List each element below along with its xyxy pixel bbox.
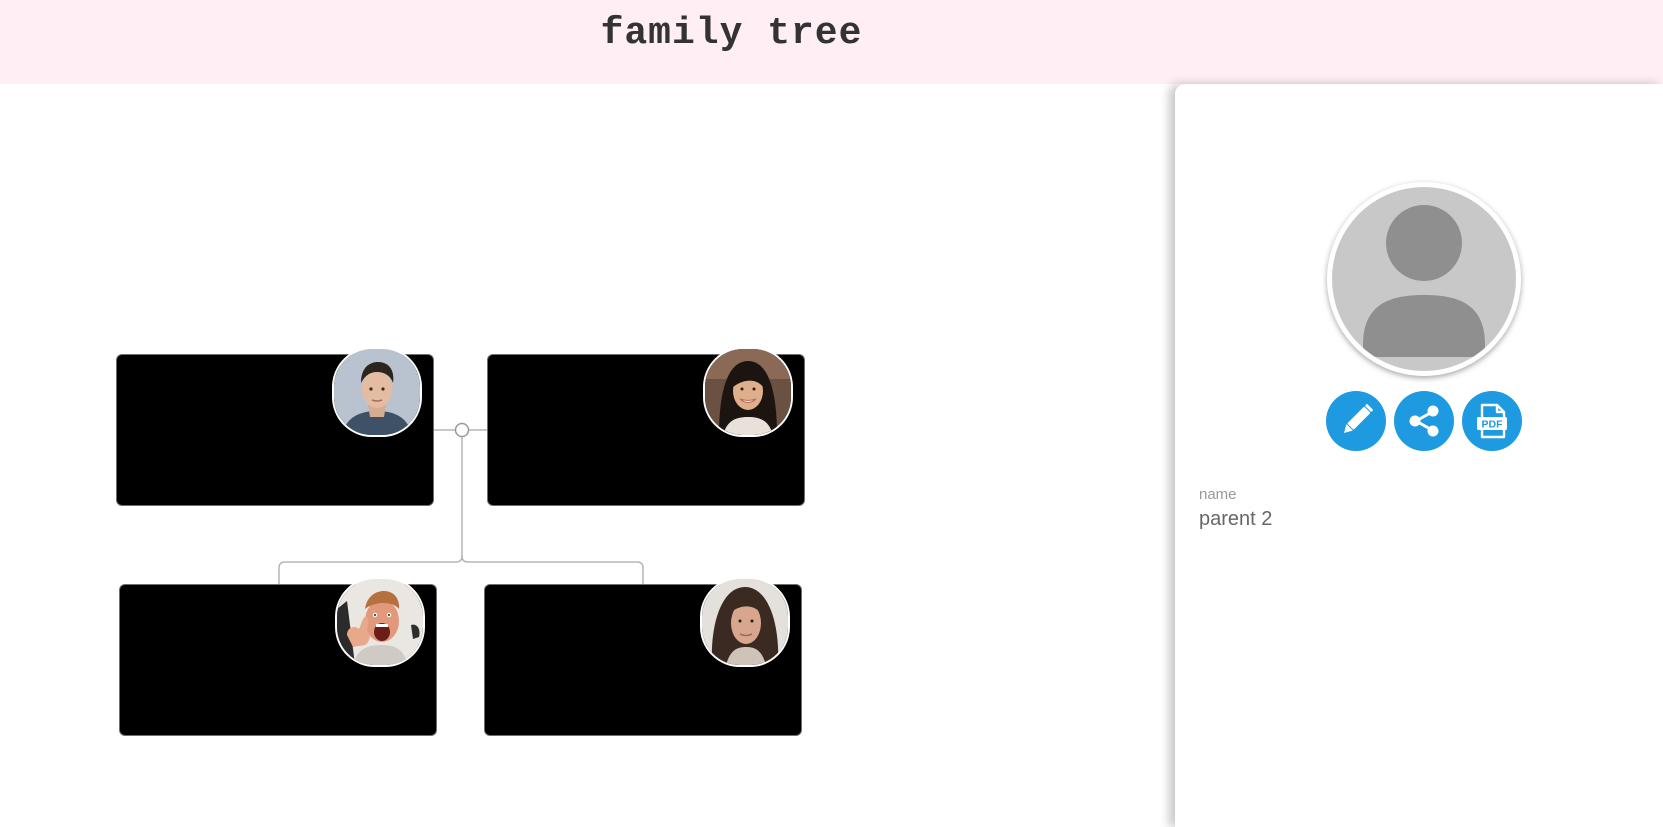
share-icon [1409, 405, 1439, 437]
pdf-icon: PDF [1477, 403, 1507, 439]
tree-node-child-1[interactable] [119, 577, 437, 736]
tree-node-child-2[interactable] [484, 577, 802, 736]
man-excited-photo [335, 577, 425, 667]
share-button[interactable] [1394, 391, 1454, 451]
details-panel: PDF name parent 2 [1175, 84, 1663, 827]
header-bar: family tree [0, 0, 1663, 84]
tree-node-parent-2[interactable] [487, 347, 805, 506]
woman-portrait-photo [700, 577, 790, 667]
person-placeholder-icon [1327, 182, 1521, 376]
name-field-value: parent 2 [1199, 508, 1273, 530]
family-tree-canvas[interactable] [0, 84, 1175, 827]
pdf-button[interactable]: PDF [1462, 391, 1522, 451]
tree-node-parent-1[interactable] [116, 347, 434, 506]
child-link-right [461, 555, 644, 584]
woman-smiling-photo [703, 347, 793, 437]
name-field-label: name [1199, 486, 1237, 503]
edit-button[interactable] [1326, 391, 1386, 451]
pencil-icon [1343, 404, 1373, 434]
union-node [454, 422, 470, 438]
man-portrait-photo [332, 347, 422, 437]
svg-text:PDF: PDF [1482, 419, 1504, 431]
page-title: family tree [600, 12, 863, 55]
